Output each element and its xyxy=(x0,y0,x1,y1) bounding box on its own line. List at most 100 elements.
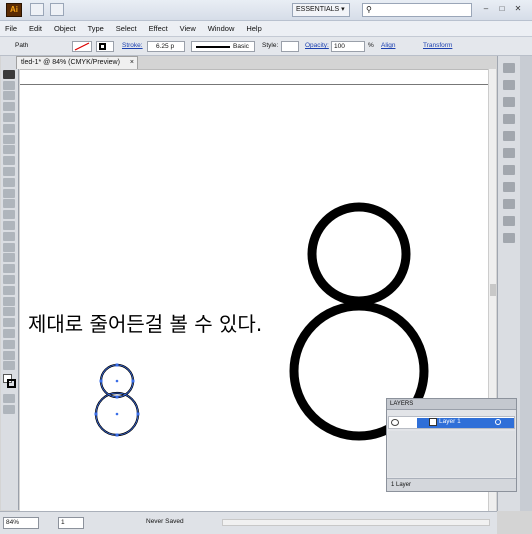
opacity-unit: % xyxy=(368,42,374,49)
artboard-number: 1 xyxy=(61,519,65,526)
minimize-button[interactable]: – xyxy=(480,3,492,15)
paintbrush-tool-icon[interactable] xyxy=(3,156,15,166)
color-guide-icon[interactable] xyxy=(503,80,515,90)
menu-effect[interactable]: Effect xyxy=(144,21,173,37)
gradient-tool-icon[interactable] xyxy=(3,274,15,284)
layers-panel: LAYERS Layer 1 1 Layer xyxy=(386,398,517,492)
brush-definition-select[interactable]: Basic xyxy=(191,41,255,52)
menu-help[interactable]: Help xyxy=(241,21,266,37)
stroke-weight-input[interactable]: 6.25 p xyxy=(147,41,185,52)
menu-object[interactable]: Object xyxy=(49,21,81,37)
color-panel-icon[interactable] xyxy=(503,63,515,73)
graphic-styles-icon[interactable] xyxy=(503,216,515,226)
arrange-documents-button[interactable] xyxy=(50,3,64,16)
horizontal-scrollbar[interactable] xyxy=(222,519,490,526)
menu-window[interactable]: Window xyxy=(203,21,240,37)
swatches-panel-icon[interactable] xyxy=(503,97,515,107)
vertical-scroll-thumb[interactable] xyxy=(490,284,496,296)
brushes-panel-icon[interactable] xyxy=(503,114,515,124)
align-link[interactable]: Align xyxy=(381,41,395,51)
opacity-input[interactable]: 100 xyxy=(331,41,365,52)
menu-select[interactable]: Select xyxy=(111,21,142,37)
layers-panel-header[interactable]: LAYERS xyxy=(387,399,516,410)
width-tool-icon[interactable] xyxy=(3,220,15,230)
stroke-indicator-icon xyxy=(7,379,16,389)
close-button[interactable]: ✕ xyxy=(512,3,524,15)
close-document-icon[interactable]: × xyxy=(130,57,134,69)
free-transform-tool-icon[interactable] xyxy=(3,231,15,241)
control-bar: Path Stroke: 6.25 p Basic Style: Opacity… xyxy=(0,37,532,56)
shape-builder-tool-icon[interactable] xyxy=(3,242,15,252)
workspace-switcher[interactable]: ESSENTIALS ▾ xyxy=(292,3,350,17)
artboard-tool-icon[interactable] xyxy=(3,328,15,338)
symbols-panel-icon[interactable] xyxy=(503,131,515,141)
opacity-value: 100 xyxy=(334,43,345,50)
document-tab[interactable]: tled-1* @ 84% (CMYK/Preview) × xyxy=(16,56,138,69)
layer-row[interactable]: Layer 1 xyxy=(388,416,515,429)
maximize-button[interactable]: □ xyxy=(496,3,508,15)
graphic-style-swatch[interactable] xyxy=(281,41,299,52)
layers-panel-icon[interactable] xyxy=(503,233,515,243)
symbol-sprayer-tool-icon[interactable] xyxy=(3,307,15,317)
zoom-level-select[interactable]: 84% xyxy=(3,517,39,529)
status-bar: 84% 1 Never Saved xyxy=(0,511,497,534)
large-upper-circle[interactable] xyxy=(307,202,411,306)
hand-tool-icon[interactable] xyxy=(3,350,15,360)
layer-thumbnail xyxy=(429,418,437,426)
workspace-label: ESSENTIALS xyxy=(296,6,340,13)
tools-panel xyxy=(1,56,19,510)
ellipse-tool-icon[interactable] xyxy=(3,145,15,155)
mesh-tool-icon[interactable] xyxy=(3,264,15,274)
layer-name[interactable]: Layer 1 xyxy=(439,417,461,427)
blend-tool-icon[interactable] xyxy=(3,296,15,306)
gradient-panel-icon[interactable] xyxy=(503,165,515,175)
direct-selection-tool-icon[interactable] xyxy=(3,80,15,90)
zoom-value: 84% xyxy=(6,519,20,526)
scale-tool-icon[interactable] xyxy=(3,210,15,220)
slice-tool-icon[interactable] xyxy=(3,339,15,349)
search-field[interactable]: ⚲ xyxy=(362,3,472,17)
transform-link[interactable]: Transform xyxy=(423,41,452,51)
column-graph-tool-icon[interactable] xyxy=(3,318,15,328)
layers-list-empty-area xyxy=(388,431,515,477)
screen-mode-icon[interactable] xyxy=(3,405,15,415)
visibility-eye-icon[interactable] xyxy=(391,419,399,426)
zoom-tool-icon[interactable] xyxy=(3,361,15,371)
artboard-number-select[interactable]: 1 xyxy=(58,517,84,529)
eyedropper-tool-icon[interactable] xyxy=(3,285,15,295)
fill-stroke-swatches[interactable] xyxy=(2,373,18,391)
appearance-panel-icon[interactable] xyxy=(503,199,515,209)
title-bar: Ai ESSENTIALS ▾ ⚲ – □ ✕ xyxy=(0,0,532,21)
selection-type-label: Path xyxy=(15,42,29,49)
rotate-tool-icon[interactable] xyxy=(3,199,15,209)
save-state: Never Saved xyxy=(146,518,184,525)
layers-panel-footer: 1 Layer xyxy=(387,478,516,491)
fill-swatch[interactable] xyxy=(72,41,92,52)
target-circle-icon[interactable] xyxy=(495,419,501,425)
line-tool-icon[interactable] xyxy=(3,134,15,144)
bridge-button[interactable] xyxy=(30,3,44,16)
brush-stroke-preview xyxy=(196,46,230,48)
drawing-mode-icon[interactable] xyxy=(3,394,15,404)
opacity-label[interactable]: Opacity: xyxy=(305,41,329,51)
pen-tool-icon[interactable] xyxy=(3,112,15,122)
stroke-panel-icon[interactable] xyxy=(503,148,515,158)
pencil-tool-icon[interactable] xyxy=(3,166,15,176)
menu-bar: File Edit Object Type Select Effect View… xyxy=(0,21,532,37)
perspective-grid-tool-icon[interactable] xyxy=(3,253,15,263)
stroke-label[interactable]: Stroke: xyxy=(122,41,143,51)
magic-wand-tool-icon[interactable] xyxy=(3,91,15,101)
selection-tool-icon[interactable] xyxy=(3,69,15,79)
menu-file[interactable]: File xyxy=(0,21,22,37)
stroke-swatch[interactable] xyxy=(96,41,114,52)
brush-name: Basic xyxy=(233,43,249,50)
menu-view[interactable]: View xyxy=(175,21,201,37)
type-tool-icon[interactable] xyxy=(3,123,15,133)
transparency-panel-icon[interactable] xyxy=(503,182,515,192)
menu-edit[interactable]: Edit xyxy=(24,21,47,37)
menu-type[interactable]: Type xyxy=(83,21,109,37)
blob-brush-tool-icon[interactable] xyxy=(3,177,15,187)
eraser-tool-icon[interactable] xyxy=(3,188,15,198)
lasso-tool-icon[interactable] xyxy=(3,102,15,112)
small-figure-eight[interactable] xyxy=(94,363,140,437)
